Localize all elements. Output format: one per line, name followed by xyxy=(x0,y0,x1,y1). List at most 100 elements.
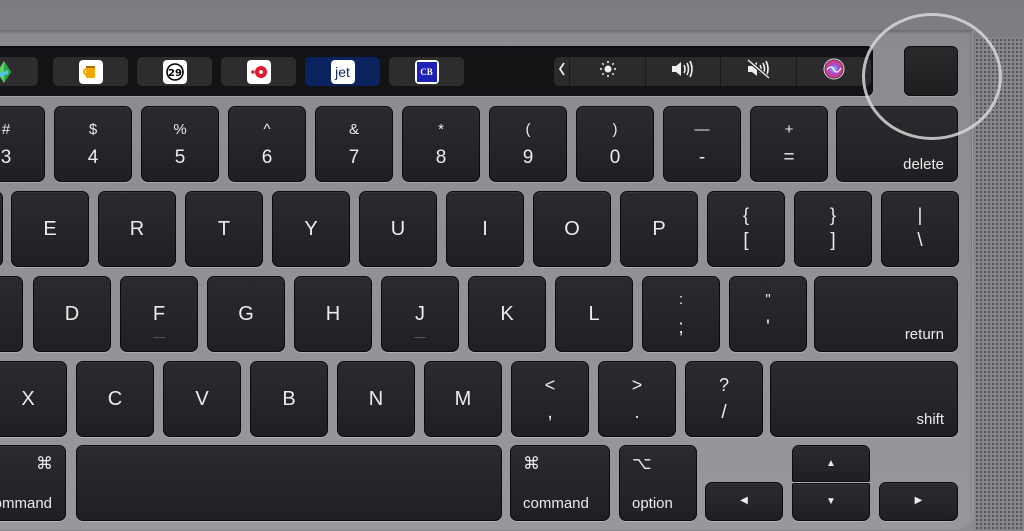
key-label: \ xyxy=(917,230,923,251)
key-command-left[interactable]: ⌘ command xyxy=(0,445,66,521)
touchbar-app-snapseed[interactable] xyxy=(0,57,38,86)
key-4[interactable]: $4 xyxy=(54,106,132,182)
key-o[interactable]: O xyxy=(533,191,611,267)
key-h[interactable]: H xyxy=(294,276,372,352)
key-symbol[interactable]: >. xyxy=(598,361,676,437)
key-delete[interactable]: delete xyxy=(836,106,958,182)
key-k[interactable]: K xyxy=(468,276,546,352)
volume-button[interactable] xyxy=(646,57,721,86)
key-shift-label: ) xyxy=(612,121,618,138)
key-g[interactable]: G xyxy=(207,276,285,352)
key-t[interactable]: T xyxy=(185,191,263,267)
arrow-right-icon: ▶ xyxy=(914,495,923,506)
home-row-bump xyxy=(153,337,165,338)
key-label: ] xyxy=(830,230,836,251)
jet-icon: jet xyxy=(330,59,355,84)
arrow-down-icon: ▼ xyxy=(826,496,836,507)
key-m[interactable]: M xyxy=(424,361,502,437)
key-j[interactable]: J xyxy=(381,276,459,352)
key-symbol[interactable]: }] xyxy=(794,191,872,267)
key-symbol[interactable]: <, xyxy=(511,361,589,437)
key-3[interactable]: #3 xyxy=(0,106,45,182)
key-=[interactable]: + = xyxy=(750,106,828,182)
key-label: 9 xyxy=(522,147,534,168)
key-return[interactable]: return xyxy=(814,276,958,352)
brightness-button[interactable] xyxy=(570,57,646,86)
key-symbol[interactable]: | \ xyxy=(881,191,959,267)
key-label: [ xyxy=(743,230,749,251)
key-label: command xyxy=(0,495,52,512)
key-label: L xyxy=(588,303,600,325)
speaker-grille xyxy=(975,38,1024,531)
key-shift-label: { xyxy=(742,205,749,225)
key-s-partial[interactable] xyxy=(0,276,23,352)
key-label: N xyxy=(368,388,384,410)
touch-id-button[interactable] xyxy=(904,46,958,96)
key-8[interactable]: * 8 xyxy=(402,106,480,182)
key-w-partial[interactable] xyxy=(0,191,3,267)
key-label: 0 xyxy=(609,147,621,168)
key-arrow-up[interactable]: ▲ xyxy=(792,445,870,482)
key-x[interactable]: X xyxy=(0,361,67,437)
key-e[interactable]: E xyxy=(11,191,89,267)
key-arrow-right[interactable]: ▶ xyxy=(879,482,958,521)
key-9[interactable]: (9 xyxy=(489,106,567,182)
key-arrow-left[interactable]: ◀ xyxy=(705,482,783,521)
touchbar-app-refresh29[interactable]: 29 xyxy=(137,57,212,86)
siri-button[interactable] xyxy=(797,57,871,86)
key-shift-label: % xyxy=(173,121,187,138)
key-label: P xyxy=(652,218,666,240)
key-shift-label: | xyxy=(917,205,923,225)
key--[interactable]: — - xyxy=(663,106,741,182)
collapse-control-strip-button[interactable] xyxy=(554,57,570,86)
siri-icon xyxy=(823,58,845,85)
key-7[interactable]: & 7 xyxy=(315,106,393,182)
snapseed-icon xyxy=(0,60,12,84)
key-label: U xyxy=(390,218,406,240)
key-symbol[interactable]: {[ xyxy=(707,191,785,267)
key-label: 5 xyxy=(174,147,186,168)
mute-icon xyxy=(746,58,772,84)
key-y[interactable]: Y xyxy=(272,191,350,267)
key-label: R xyxy=(129,218,145,240)
cb-icon-glyph: CB xyxy=(416,61,437,82)
key-5[interactable]: % 5 xyxy=(141,106,219,182)
key-label: H xyxy=(325,303,341,325)
key-label: command xyxy=(523,495,589,512)
key-label: . xyxy=(634,402,640,423)
key-v[interactable]: V xyxy=(163,361,241,437)
key-symbol[interactable]: ? / xyxy=(685,361,763,437)
key-6[interactable]: ^ 6 xyxy=(228,106,306,182)
key-space[interactable] xyxy=(76,445,502,521)
key-b[interactable]: B xyxy=(250,361,328,437)
key-p[interactable]: P xyxy=(620,191,698,267)
key-r[interactable]: R xyxy=(98,191,176,267)
key-0[interactable]: ) 0 xyxy=(576,106,654,182)
key-l[interactable]: L xyxy=(555,276,633,352)
key-arrow-down[interactable]: ▼ xyxy=(792,483,870,521)
key-symbol[interactable]: " ' xyxy=(729,276,807,352)
home-row-bump xyxy=(414,337,426,338)
touchbar-app-recorder[interactable] xyxy=(221,57,296,86)
touchbar-app-jet[interactable]: jet xyxy=(305,57,380,86)
key-label: K xyxy=(500,303,514,325)
key-shift-right[interactable]: shift xyxy=(770,361,958,437)
mute-button[interactable] xyxy=(721,57,797,86)
touchbar-app-amphetamine[interactable] xyxy=(53,57,128,86)
key-c[interactable]: C xyxy=(76,361,154,437)
key-option-right[interactable]: ⌥ option xyxy=(619,445,697,521)
key-u[interactable]: U xyxy=(359,191,437,267)
key-command-right[interactable]: ⌘ command xyxy=(510,445,610,521)
key-i[interactable]: I xyxy=(446,191,524,267)
key-shift-label: < xyxy=(544,375,556,395)
key-label: Y xyxy=(304,218,318,240)
key-label: G xyxy=(238,303,254,325)
key-symbol[interactable]: :; xyxy=(642,276,720,352)
touchbar-app-cb[interactable]: CB xyxy=(389,57,464,86)
key-label: B xyxy=(282,388,296,410)
cb-icon: CB xyxy=(414,59,439,84)
key-label: M xyxy=(454,388,472,410)
key-n[interactable]: N xyxy=(337,361,415,437)
key-d[interactable]: D xyxy=(33,276,111,352)
key-f[interactable]: F xyxy=(120,276,198,352)
